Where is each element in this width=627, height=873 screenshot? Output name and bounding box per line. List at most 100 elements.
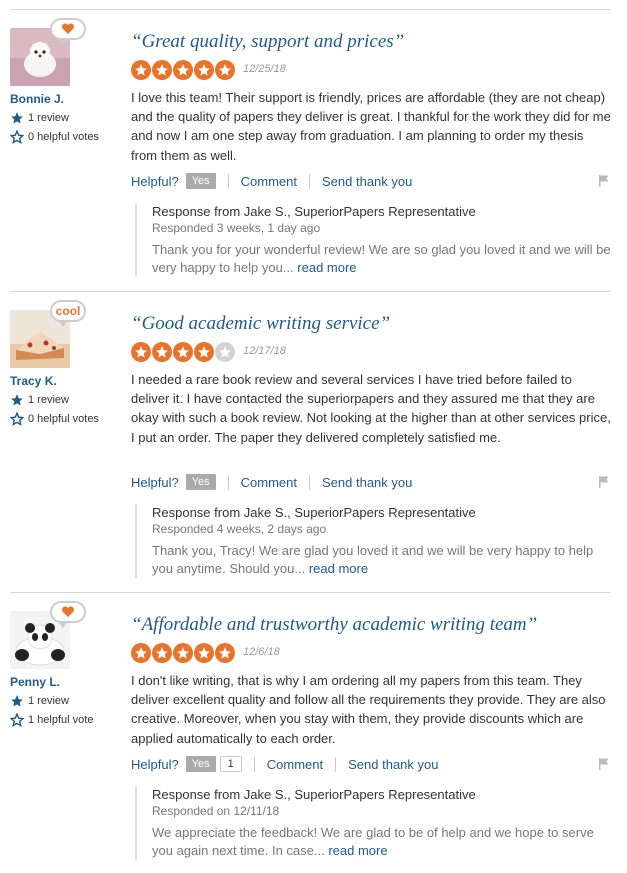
rating-star-icon	[194, 342, 214, 362]
rating-star-icon	[131, 643, 151, 663]
separator	[309, 173, 311, 189]
response-from: Response from Jake S., SuperiorPapers Re…	[152, 787, 476, 802]
rating-star-icon	[215, 60, 235, 80]
separator	[309, 474, 311, 490]
star-icon	[11, 394, 23, 406]
comment-link[interactable]: Comment	[241, 475, 297, 490]
flag-icon[interactable]	[597, 174, 611, 188]
review-card: cool Tracy K. 1 review 0 helpful votes “…	[10, 292, 611, 592]
review-count: 1 review	[10, 111, 69, 125]
review-title[interactable]: “Good academic writing service”	[131, 313, 390, 335]
user-avatar-wrap: cool	[10, 300, 86, 370]
review-date: 12/6/18	[243, 646, 280, 658]
helpful-votes: 1 helpful vote	[10, 713, 93, 727]
helpful-votes: 0 helpful votes	[10, 130, 99, 144]
review-title[interactable]: “Great quality, support and prices”	[131, 31, 404, 53]
rating-star-icon	[131, 60, 151, 80]
rating-star-icon	[194, 643, 214, 663]
review-count-label: 1 review	[28, 394, 69, 406]
star-rating	[131, 342, 235, 362]
response-date: Responded 3 weeks, 1 day ago	[152, 221, 321, 235]
helpful-votes-label: 0 helpful votes	[28, 131, 99, 143]
review-card: Bonnie J. 1 review 0 helpful votes “Grea…	[10, 10, 611, 290]
response-text: Thank you, Tracy! We are glad you loved …	[152, 542, 611, 578]
send-thank-you-link[interactable]: Send thank you	[322, 174, 412, 189]
rating-star-icon	[173, 60, 193, 80]
rating-star-icon	[131, 342, 151, 362]
review-actions: Helpful? Yes Comment Send thank you	[131, 173, 611, 189]
reviewer-name[interactable]: Penny L.	[10, 675, 60, 689]
review-count: 1 review	[10, 694, 69, 708]
badge-bubble	[50, 18, 86, 45]
review-count-label: 1 review	[28, 695, 69, 707]
helpful-votes: 0 helpful votes	[10, 412, 99, 426]
owner-response: Response from Jake S., SuperiorPapers Re…	[135, 786, 611, 860]
rating-star-icon	[152, 60, 172, 80]
separator	[335, 756, 337, 772]
star-rating	[131, 60, 235, 80]
review-title[interactable]: “Affordable and trustworthy academic wri…	[131, 614, 537, 636]
star-icon	[11, 695, 23, 707]
response-text: Thank you for your wonderful review! We …	[152, 241, 611, 277]
review-actions: Helpful? Yes Comment Send thank you	[131, 474, 611, 490]
review-text: I love this team! Their support is frien…	[131, 90, 611, 163]
review-count-label: 1 review	[28, 112, 69, 124]
review-date: 12/25/18	[243, 63, 286, 75]
star-outline-icon	[10, 713, 24, 727]
separator	[227, 474, 229, 490]
owner-response: Response from Jake S., SuperiorPapers Re…	[135, 203, 611, 277]
separator	[253, 756, 255, 772]
response-from: Response from Jake S., SuperiorPapers Re…	[152, 505, 476, 520]
user-avatar-wrap	[10, 601, 86, 671]
flag-icon[interactable]	[597, 475, 611, 489]
response-body: Thank you, Tracy! We are glad you loved …	[152, 543, 594, 576]
rating-star-icon	[152, 342, 172, 362]
rating-star-icon	[194, 60, 214, 80]
helpful-votes-label: 0 helpful votes	[28, 413, 99, 425]
response-date: Responded 4 weeks, 2 days ago	[152, 522, 327, 536]
rating-star-icon	[215, 643, 235, 663]
heart-icon	[61, 23, 75, 34]
rating-star-icon	[173, 643, 193, 663]
read-more-link[interactable]: read more	[297, 260, 356, 275]
reviewer-name[interactable]: Bonnie J.	[10, 92, 64, 106]
rating-star-empty-icon	[215, 342, 235, 362]
star-rating	[131, 643, 235, 663]
review-text: I needed a rare book review and several …	[131, 372, 611, 445]
star-outline-icon	[10, 412, 24, 426]
review-count: 1 review	[10, 393, 69, 407]
comment-link[interactable]: Comment	[241, 174, 297, 189]
helpful-yes-button[interactable]: Yes	[185, 173, 216, 189]
read-more-link[interactable]: read more	[309, 561, 368, 576]
rating-star-icon	[152, 643, 172, 663]
comment-link[interactable]: Comment	[267, 757, 323, 772]
rating-star-icon	[173, 342, 193, 362]
send-thank-you-link[interactable]: Send thank you	[348, 757, 438, 772]
user-avatar-wrap	[10, 18, 86, 88]
review-date: 12/17/18	[243, 345, 286, 357]
helpful-yes-button[interactable]: Yes	[185, 756, 216, 772]
review-card: Penny L. 1 review 1 helpful vote “Afford…	[10, 593, 611, 873]
star-outline-icon	[10, 130, 24, 144]
review-actions: Helpful? Yes 1 Comment Send thank you	[131, 756, 611, 772]
helpful-label: Helpful?	[131, 756, 179, 772]
cool-badge: cool	[55, 304, 81, 318]
helpful-yes-button[interactable]: Yes	[185, 474, 216, 490]
helpful-count-badge: 1	[219, 756, 242, 772]
helpful-votes-label: 1 helpful vote	[28, 714, 94, 726]
reviewer-name[interactable]: Tracy K.	[10, 374, 57, 388]
response-from: Response from Jake S., SuperiorPapers Re…	[152, 204, 476, 219]
heart-icon	[61, 606, 75, 617]
helpful-label: Helpful?	[131, 474, 179, 490]
response-body: Thank you for your wonderful review! We …	[152, 242, 611, 275]
response-text: We appreciate the feedback! We are glad …	[152, 824, 611, 860]
read-more-link[interactable]: read more	[328, 843, 387, 858]
send-thank-you-link[interactable]: Send thank you	[322, 475, 412, 490]
separator	[227, 173, 229, 189]
flag-icon[interactable]	[597, 757, 611, 771]
star-icon	[11, 112, 23, 124]
response-date: Responded on 12/11/18	[152, 804, 280, 818]
badge-bubble	[50, 601, 86, 628]
badge-bubble: cool	[50, 300, 86, 327]
helpful-label: Helpful?	[131, 173, 179, 189]
